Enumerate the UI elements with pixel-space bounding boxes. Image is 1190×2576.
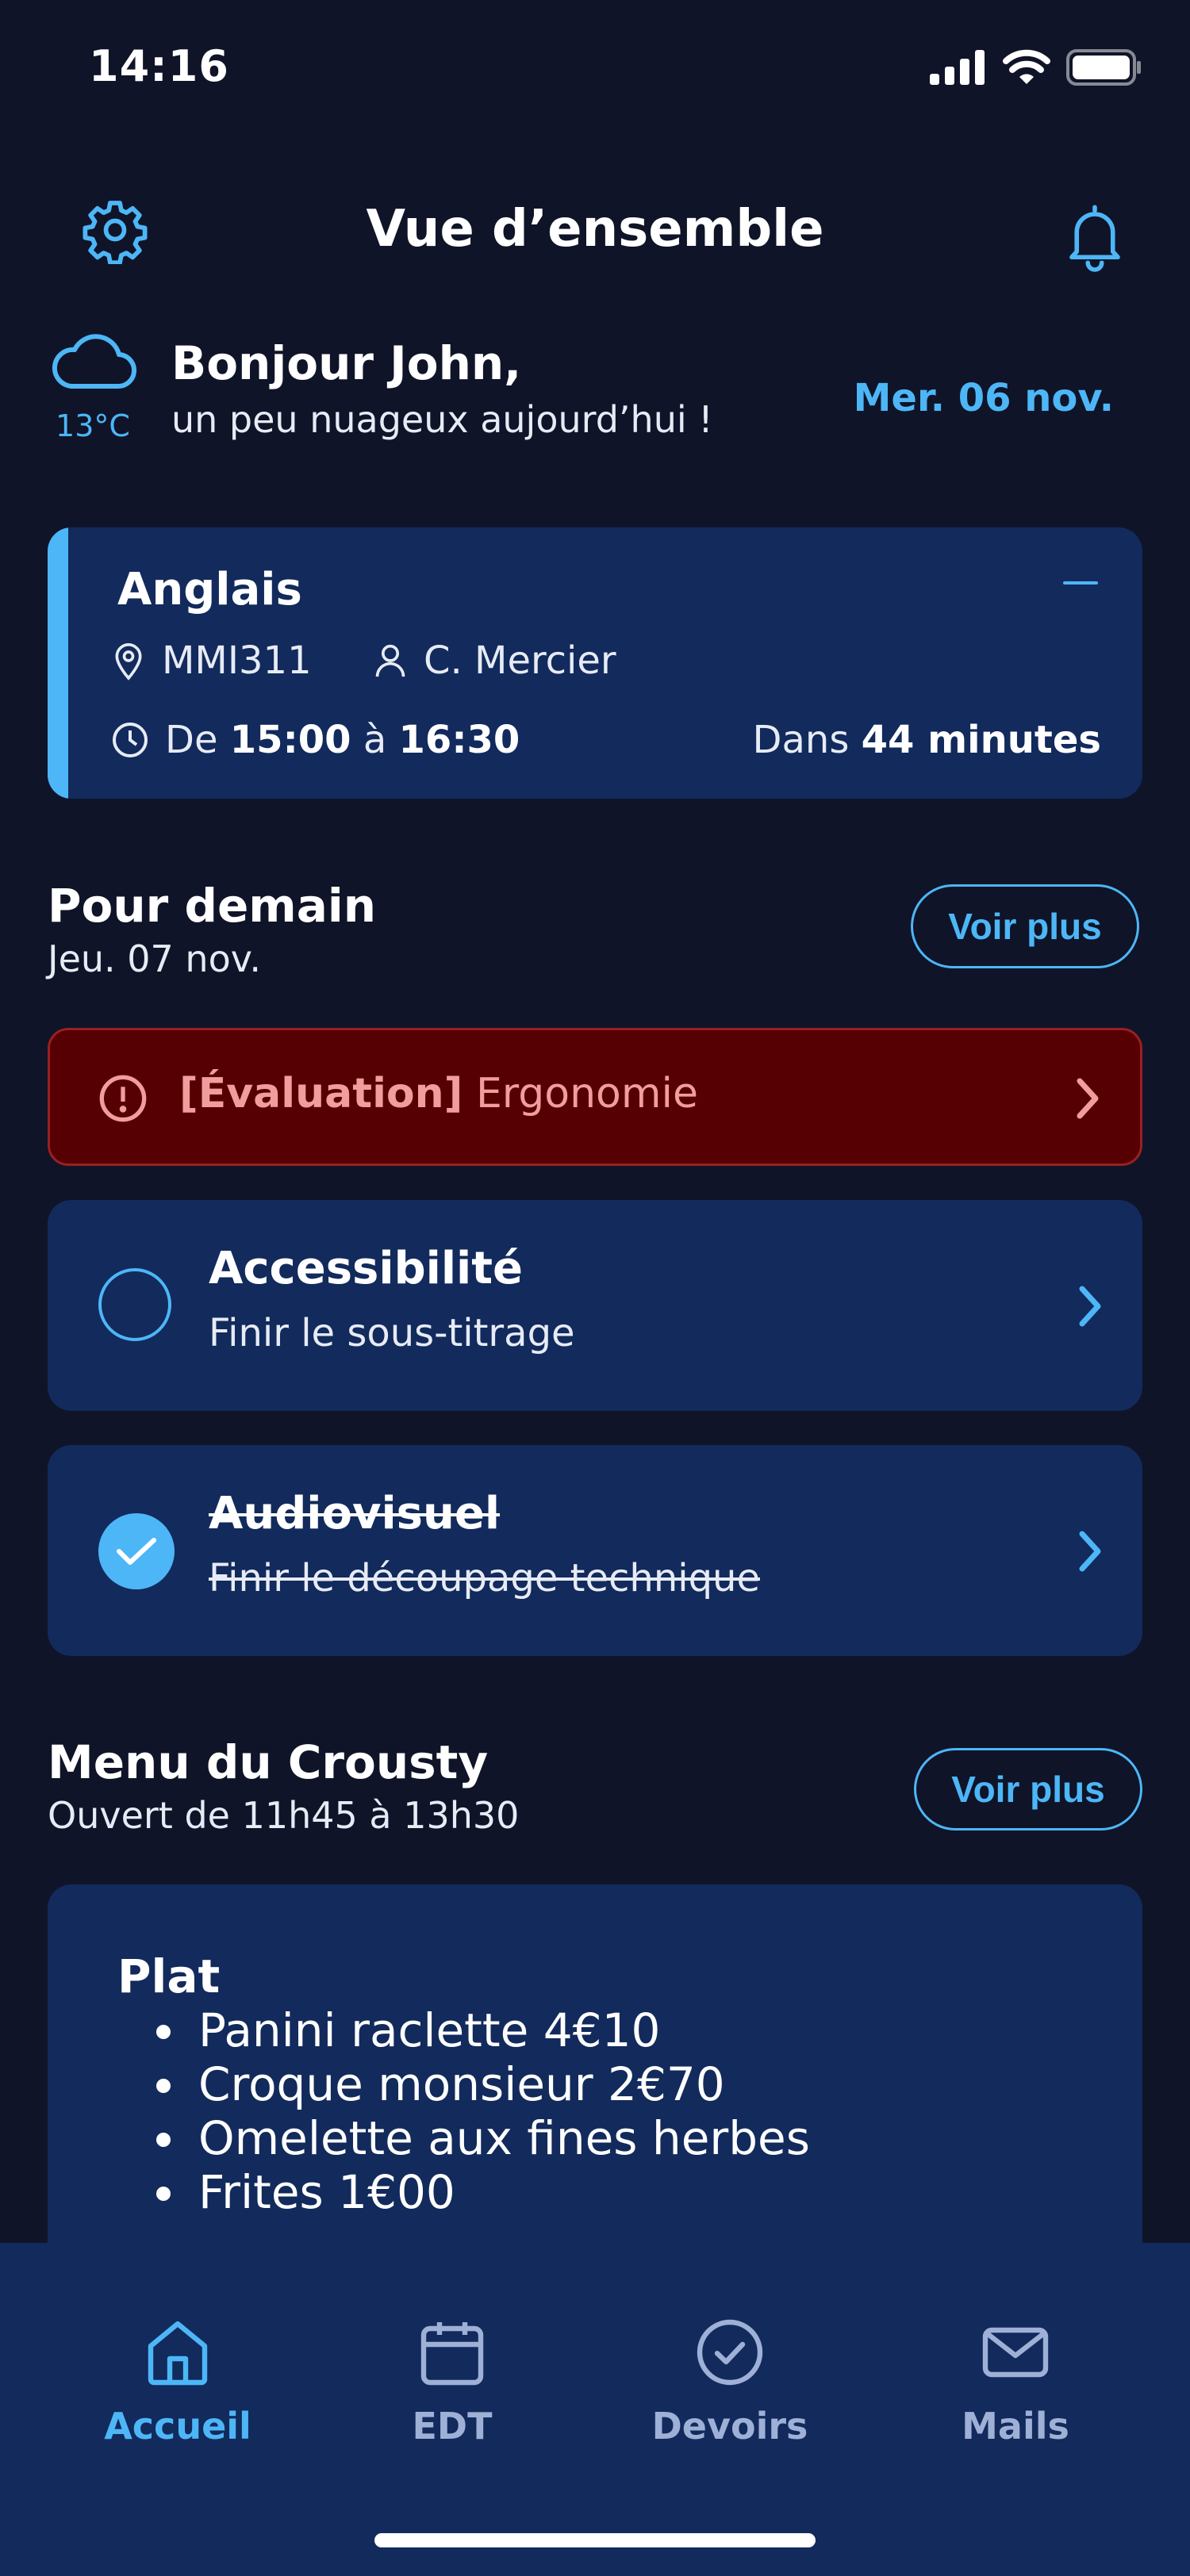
tab-label: Devoirs xyxy=(651,2405,808,2448)
mail-icon xyxy=(982,2327,1049,2378)
alert-circle-icon xyxy=(99,1075,147,1122)
status-icons xyxy=(930,49,1142,86)
home-indicator xyxy=(374,2533,816,2547)
greeting-title: Bonjour John, xyxy=(171,336,522,390)
evaluation-tag: [Évaluation] xyxy=(179,1070,463,1117)
tomorrow-see-more-button[interactable]: Voir plus xyxy=(911,884,1139,968)
tab-accueil[interactable]: Accueil xyxy=(75,2314,281,2448)
menu-title: Menu du Crousty xyxy=(48,1735,489,1789)
status-time: 14:16 xyxy=(89,41,229,91)
tab-bar: Accueil EDT Devoirs Mails xyxy=(0,2243,1190,2576)
chevron-right-icon xyxy=(1079,1531,1101,1572)
course-accent-bar xyxy=(48,527,68,799)
tab-label: Mails xyxy=(962,2405,1069,2448)
battery-icon xyxy=(1066,49,1141,86)
course-room-label: MMI311 xyxy=(162,638,312,683)
task-description: Finir le découpage technique xyxy=(209,1556,760,1600)
course-subject: Anglais xyxy=(117,564,302,615)
task-checkbox-checked[interactable] xyxy=(98,1513,175,1589)
menu-hours: Ouvert de 11h45 à 13h30 xyxy=(48,1794,520,1837)
tab-devoirs[interactable]: Devoirs xyxy=(627,2314,833,2448)
page-title: Vue d’ensemble xyxy=(366,200,824,259)
checkmark-icon xyxy=(117,1538,156,1565)
task-card[interactable]: Accessibilité Finir le sous-titrage xyxy=(48,1200,1142,1411)
evaluation-card[interactable]: [Évaluation] Ergonomie xyxy=(48,1028,1142,1166)
menu-item: Panini raclette 4€10 xyxy=(190,2003,810,2057)
evaluation-label: [Évaluation] Ergonomie xyxy=(179,1070,698,1117)
notification-bell-icon[interactable] xyxy=(1055,197,1134,276)
wifi-icon xyxy=(1003,49,1050,84)
signal-icon xyxy=(930,50,985,85)
course-start: 15:00 xyxy=(229,718,351,762)
menu-see-more-button[interactable]: Voir plus xyxy=(914,1748,1142,1830)
menu-item: Frites 1€00 xyxy=(190,2165,810,2219)
current-date: Mer. 06 nov. xyxy=(853,376,1114,420)
person-icon xyxy=(375,644,405,677)
menu-section-heading: Plat xyxy=(117,1949,221,2003)
tab-edt[interactable]: EDT xyxy=(349,2314,555,2448)
menu-item: Omelette aux fines herbes xyxy=(190,2111,810,2165)
tomorrow-date: Jeu. 07 nov. xyxy=(48,937,261,980)
menu-items: Panini raclette 4€10 Croque monsieur 2€7… xyxy=(143,2003,810,2219)
greeting-subtitle: un peu nuageux aujourd’hui ! xyxy=(171,398,713,441)
task-checkbox-unchecked[interactable] xyxy=(98,1268,171,1341)
course-countdown: Dans 44 minutes xyxy=(753,718,1101,762)
clock-icon xyxy=(113,723,148,757)
course-time: De 15:00 à 16:30 xyxy=(111,718,520,762)
calendar-icon xyxy=(420,2322,484,2386)
evaluation-subject: Ergonomie xyxy=(475,1070,698,1117)
tomorrow-title: Pour demain xyxy=(48,879,377,933)
home-icon xyxy=(148,2321,208,2386)
course-room: MMI311 xyxy=(111,638,312,683)
course-teacher-label: C. Mercier xyxy=(424,638,616,683)
chevron-right-icon xyxy=(1079,1286,1101,1327)
course-end: 16:30 xyxy=(398,718,520,762)
task-subject: Accessibilité xyxy=(209,1243,523,1294)
menu-item: Croque monsieur 2€70 xyxy=(190,2057,810,2111)
temperature: 13°C xyxy=(56,408,130,443)
chevron-right-icon xyxy=(1077,1078,1099,1119)
tab-label: Accueil xyxy=(104,2405,251,2448)
location-pin-icon xyxy=(115,643,142,680)
task-card[interactable]: Audiovisuel Finir le découpage technique xyxy=(48,1445,1142,1656)
course-teacher: C. Mercier xyxy=(373,638,616,683)
current-course-card[interactable]: Anglais MMI311 C. Mercier De 15:00 à 16:… xyxy=(48,527,1142,799)
task-subject: Audiovisuel xyxy=(209,1488,501,1539)
tab-mails[interactable]: Mails xyxy=(912,2314,1119,2448)
tab-label: EDT xyxy=(412,2405,493,2448)
cloud-icon xyxy=(49,329,137,397)
check-circle-icon xyxy=(697,2319,763,2386)
countdown-prefix: Dans xyxy=(752,718,850,762)
time-separator: à xyxy=(363,718,387,762)
time-prefix: De xyxy=(165,718,218,762)
task-description: Finir le sous-titrage xyxy=(209,1311,575,1355)
collapse-icon[interactable] xyxy=(1063,581,1098,585)
countdown-value: 44 minutes xyxy=(861,718,1101,762)
